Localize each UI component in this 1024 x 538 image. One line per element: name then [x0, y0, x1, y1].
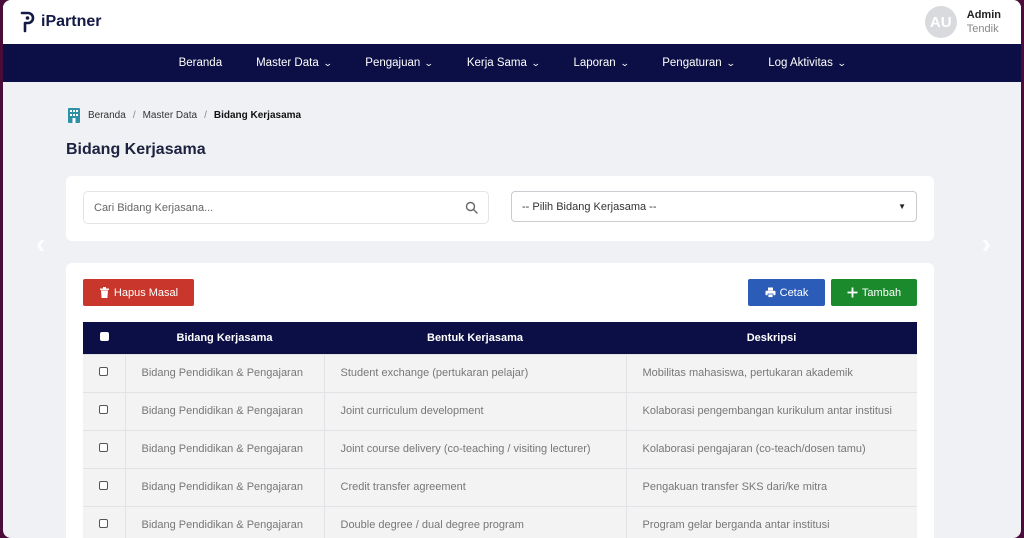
top-bar: iPartner AU Admin Tendik [3, 0, 1021, 44]
cell-bidang: Bidang Pendidikan & Pengajaran [124, 391, 324, 430]
chevron-right-icon[interactable]: › [982, 228, 991, 260]
nav-label: Pengajuan [365, 57, 421, 69]
chevron-down-icon: ⌄ [725, 57, 736, 68]
row-checkbox[interactable] [99, 405, 109, 414]
nav-label: Beranda [178, 57, 223, 69]
trash-icon [99, 287, 109, 298]
cell-bidang: Bidang Pendidikan & Pengajaran [124, 467, 324, 506]
row-checkbox[interactable] [99, 519, 109, 529]
cell-bidang: Bidang Pendidikan & Pengajaran [124, 429, 324, 468]
chevron-down-icon: ⌄ [424, 57, 434, 68]
user-menu[interactable]: AU Admin Tendik [924, 6, 1001, 38]
add-button[interactable]: Tambah [831, 279, 917, 306]
search-icon[interactable] [465, 201, 478, 214]
cell-deskripsi: Kolaborasi pengembangan kurikulum antar … [625, 391, 917, 430]
cell-deskripsi: Program gelar berganda antar institusi [625, 505, 917, 538]
cell-bentuk: Credit transfer agreement [323, 467, 626, 506]
chevron-down-icon: ⌄ [530, 57, 541, 68]
row-checkbox[interactable] [99, 481, 109, 490]
brand-name: iPartner [41, 13, 102, 30]
cell-bentuk: Joint course delivery (co-teaching / vis… [323, 429, 626, 468]
data-table: Bidang Kerjasama Bentuk Kerjasama Deskri… [83, 322, 917, 538]
table-row[interactable]: Bidang Pendidikan & Pengajaran Joint cou… [83, 429, 917, 468]
nav-pengajuan[interactable]: Pengajuan ⌄ [348, 57, 450, 69]
caret-down-icon: ▼ [898, 202, 906, 211]
cell-bidang: Bidang Pendidikan & Pengajaran [124, 353, 324, 392]
search-field[interactable] [83, 191, 489, 224]
bulk-delete-label: Hapus Masal [113, 286, 179, 299]
nav-label: Master Data [256, 57, 319, 69]
nav-kerja-sama[interactable]: Kerja Sama ⌄ [450, 57, 557, 69]
chevron-down-icon: ⌄ [322, 57, 333, 68]
breadcrumb-current: Bidang Kerjasama [213, 109, 302, 121]
breadcrumb-home[interactable]: Beranda [88, 110, 126, 121]
print-button[interactable]: Cetak [748, 279, 825, 306]
user-info: Admin Tendik [967, 8, 1001, 36]
header-bidang[interactable]: Bidang Kerjasama [125, 322, 324, 354]
table-header-row: Bidang Kerjasama Bentuk Kerjasama Deskri… [83, 322, 917, 354]
header-bentuk[interactable]: Bentuk Kerjasama [324, 322, 626, 354]
user-name: Admin [966, 9, 1001, 21]
select-all-cell [83, 322, 125, 354]
breadcrumb-parent[interactable]: Master Data [143, 110, 197, 121]
cell-deskripsi: Mobilitas mahasiswa, pertukaran akademik [625, 353, 917, 392]
table-row[interactable]: Bidang Pendidikan & Pengajaran Student e… [83, 353, 917, 392]
bulk-delete-button[interactable]: Hapus Masal [83, 279, 194, 306]
nav-master-data[interactable]: Master Data ⌄ [239, 57, 348, 69]
chevron-down-icon: ⌄ [836, 57, 847, 68]
row-select-cell [83, 353, 125, 392]
main-nav: Beranda Master Data ⌄ Pengajuan ⌄ Kerja Sa… [3, 44, 1021, 82]
breadcrumb-separator: / [204, 109, 207, 121]
brand[interactable]: iPartner [19, 11, 101, 33]
row-select-cell [83, 467, 125, 506]
select-all-checkbox[interactable] [99, 331, 109, 341]
cell-deskripsi: Pengakuan transfer SKS dari/ke mitra [625, 467, 917, 506]
row-checkbox[interactable] [99, 443, 109, 452]
search-input[interactable] [94, 201, 465, 214]
table-row[interactable]: Bidang Pendidikan & Pengajaran Double de… [83, 505, 917, 538]
building-icon [68, 108, 80, 123]
filter-card: -- Pilih Bidang Kerjasama -- ▼ [66, 176, 934, 241]
chevron-down-icon: ⌄ [619, 57, 630, 68]
table-row[interactable]: Bidang Pendidikan & Pengajaran Credit tr… [83, 467, 917, 506]
row-checkbox[interactable] [99, 367, 109, 376]
cell-bentuk: Double degree / dual degree program [323, 505, 626, 538]
select-value: -- Pilih Bidang Kerjasama -- [522, 200, 657, 213]
nav-pengaturan[interactable]: Pengaturan ⌄ [645, 57, 751, 69]
nav-beranda[interactable]: Beranda [162, 57, 239, 69]
nav-label: Laporan [573, 57, 616, 69]
table-row[interactable]: Bidang Pendidikan & Pengajaran Joint cur… [83, 391, 917, 430]
avatar[interactable]: AU [924, 6, 957, 38]
nav-label: Kerja Sama [466, 57, 527, 69]
nav-label: Log Aktivitas [768, 57, 833, 69]
brand-logo-icon [20, 11, 35, 33]
table-card: Hapus Masal Cetak Tambah Bidang Kerjasam… [66, 263, 934, 538]
app-window: iPartner AU Admin Tendik Beranda Master … [3, 0, 1021, 538]
cell-bidang: Bidang Pendidikan & Pengajaran [124, 505, 324, 538]
breadcrumb-separator: / [132, 109, 136, 121]
header-deskripsi[interactable]: Deskripsi [626, 322, 917, 354]
print-icon [765, 287, 776, 298]
cell-deskripsi: Kolaborasi pengajaran (co-teach/dosen ta… [625, 429, 917, 468]
add-label: Tambah [861, 286, 902, 299]
nav-laporan[interactable]: Laporan ⌄ [556, 57, 645, 69]
chevron-left-icon[interactable]: ‹ [36, 228, 45, 260]
row-select-cell [83, 505, 125, 538]
user-role: Tendik [966, 23, 999, 35]
row-select-cell [83, 391, 125, 430]
cell-bentuk: Student exchange (pertukaran pelajar) [323, 353, 626, 392]
breadcrumb: Beranda / Master Data / Bidang Kerjasama [67, 107, 301, 123]
nav-log-aktivitas[interactable]: Log Aktivitas ⌄ [751, 57, 862, 69]
nav-label: Pengaturan [662, 57, 722, 69]
plus-icon [847, 287, 858, 298]
row-select-cell [83, 429, 125, 468]
bidang-select[interactable]: -- Pilih Bidang Kerjasama -- ▼ [511, 191, 917, 222]
cell-bentuk: Joint curriculum development [323, 391, 626, 430]
page-title: Bidang Kerjasama [66, 141, 206, 158]
print-label: Cetak [779, 286, 809, 299]
